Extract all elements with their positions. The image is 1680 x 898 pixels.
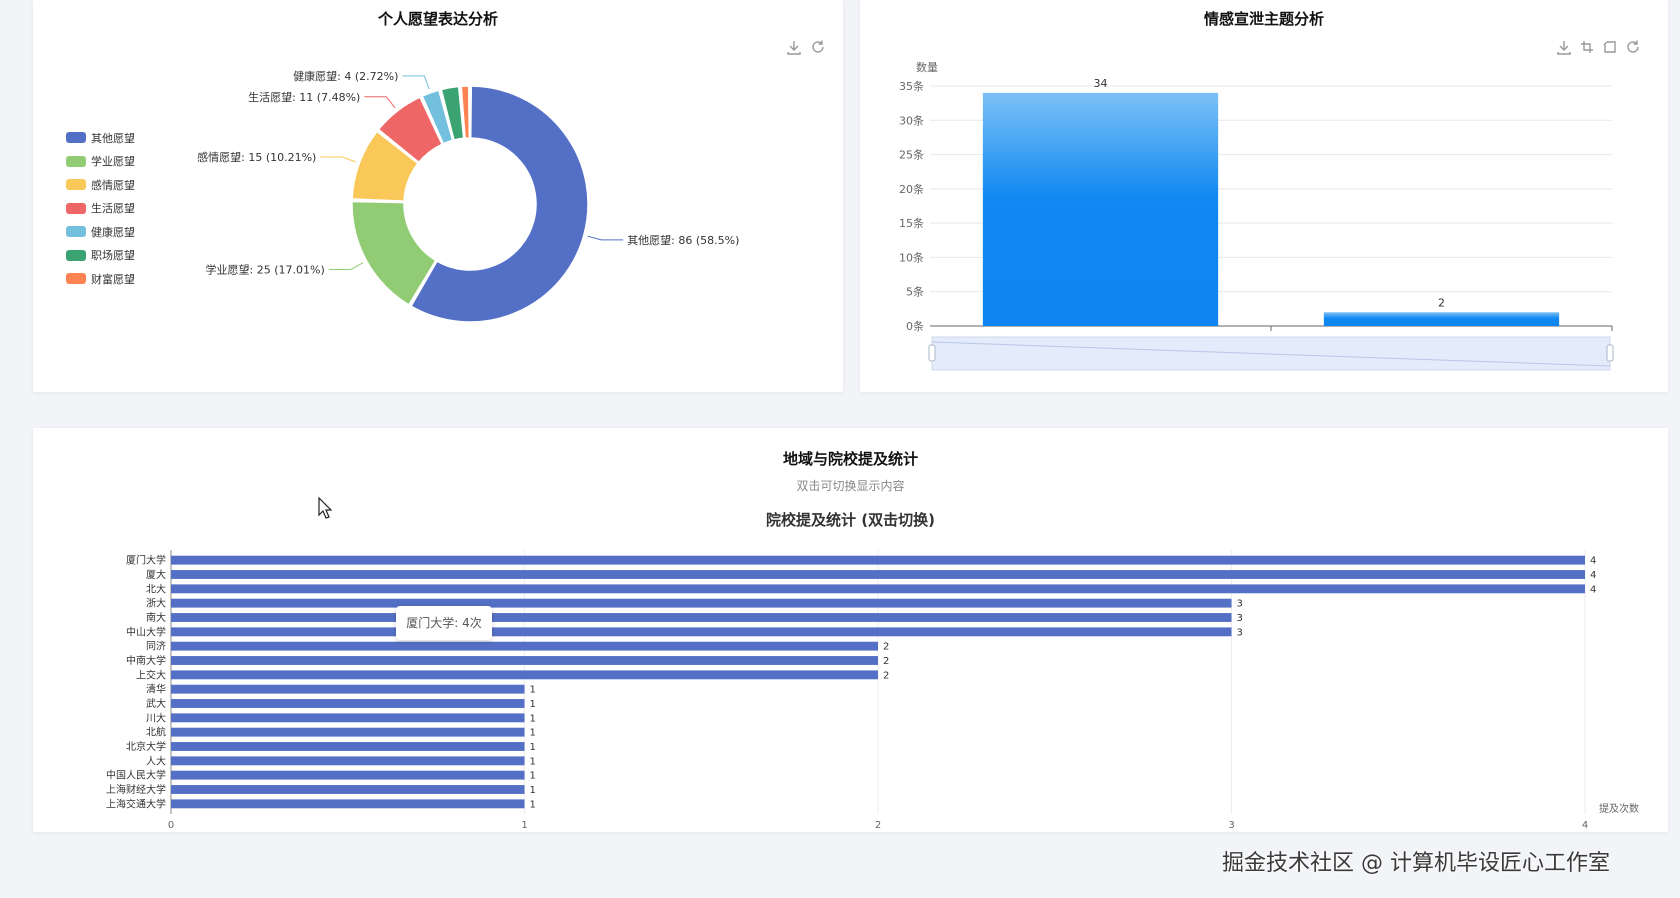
bar-value-label: 1 (530, 785, 536, 796)
slice-label: 其他愿望: 86 (58.5%) (627, 234, 739, 247)
y-axis-label: 数量 (916, 61, 938, 74)
y-tick-label: 0条 (906, 319, 924, 333)
x-axis-label: 提及次数 (1599, 802, 1639, 815)
slice-label-line (364, 96, 396, 109)
y-tick-label: 5条 (906, 285, 924, 299)
slice-label: 健康愿望: 4 (2.72%) (293, 69, 398, 83)
bar (171, 613, 1232, 622)
wish-donut-chart: 其他愿望: 86 (58.5%) 学业愿望: 25 (17.01%) 感情愿望: 1… (197, 69, 739, 323)
bar-value-label: 1 (530, 728, 536, 739)
bar-value-label: 3 (1237, 613, 1243, 624)
y-tick-label: 上海财经大学 (106, 783, 166, 796)
bar (171, 627, 1232, 637)
y-tick-label: 同济 (146, 640, 166, 653)
chart-tooltip: 厦门大学: 4次 (396, 606, 492, 640)
bar (171, 656, 878, 665)
x-tick-label: 2 (875, 820, 881, 831)
bar-value-label: 1 (530, 699, 536, 710)
slice-label-line (320, 156, 356, 163)
y-tick-label: 上交大 (136, 668, 166, 681)
mouse-cursor-icon (318, 497, 332, 519)
school-bar-chart[interactable]: 0 1 2 3 4 提及次数 厦门大学 4 厦大 4 北大 4 浙大 3 南大 3 中山大学 3 同济 2 中南大学 2 上… (33, 428, 1668, 832)
bar (1323, 312, 1560, 326)
bar-value-label: 34 (1094, 77, 1108, 90)
bar-value-label: 1 (530, 685, 536, 696)
y-tick-label: 北航 (146, 726, 166, 739)
y-tick-label: 中国人民大学 (106, 769, 166, 782)
x-tick-label: 0 (168, 820, 174, 831)
bar (171, 785, 525, 794)
slice-label-line (587, 235, 624, 241)
slice-label: 生活愿望: 11 (7.48%) (248, 90, 360, 104)
bar (171, 799, 525, 809)
bar (171, 684, 525, 694)
zoom-handle-left (928, 344, 936, 362)
bar (171, 641, 878, 651)
slice-label: 学业愿望: 25 (17.01%) (206, 262, 325, 276)
y-tick-label: 北京大学 (126, 740, 166, 753)
school-mention-card: 地域与院校提及统计 双击可切换显示内容 院校提及统计 (双击切换) 01234提… (33, 428, 1668, 832)
y-tick-label: 南大 (146, 611, 166, 624)
x-tick-label: 4 (1582, 820, 1588, 831)
wish-analysis-card: 个人愿望表达分析 其他愿望 学业愿望 感情愿望 生活愿望 健康愿望 职场愿望 财富愿望 其他… (33, 0, 843, 392)
y-tick-label: 厦门大学 (126, 554, 166, 567)
bar-value-label: 1 (530, 756, 536, 767)
y-tick-label: 20条 (899, 182, 924, 196)
y-tick-label: 浙大 (146, 597, 166, 610)
y-tick-label: 上海交通大学 (106, 797, 166, 810)
y-tick-label: 25条 (899, 148, 924, 162)
bar-value-label: 2 (883, 670, 889, 681)
y-tick-label: 人大 (146, 754, 166, 767)
bar-value-label: 2 (883, 642, 889, 653)
y-tick-label: 清华 (146, 683, 166, 696)
slice-label-line (402, 75, 430, 90)
bar (171, 756, 525, 766)
y-tick-label: 北大 (146, 582, 166, 595)
y-tick-label: 10条 (899, 250, 924, 264)
y-tick-label: 中南大学 (126, 654, 166, 667)
slice-label-line (328, 262, 364, 270)
y-tick-label: 30条 (899, 113, 924, 127)
y-tick-label: 川大 (146, 711, 166, 724)
bar-value-label: 4 (1590, 570, 1596, 581)
bar-value-label: 2 (1438, 296, 1445, 309)
bar-value-label: 1 (530, 713, 536, 724)
bar-value-label: 3 (1237, 599, 1243, 610)
slice-label: 感情愿望: 15 (10.21%) (197, 151, 316, 164)
y-tick-label: 中山大学 (126, 625, 166, 638)
zoom-handle-right (1606, 344, 1614, 362)
bar (171, 770, 525, 780)
bar (171, 555, 1585, 565)
bar (171, 570, 1585, 579)
emotion-bar-chart: 数量0条5条10条15条20条25条30条35条34其他宣泄2健康宣泄 (899, 61, 1614, 371)
bar-value-label: 3 (1237, 627, 1243, 638)
bar (171, 670, 878, 680)
bar-value-label: 2 (883, 656, 889, 667)
y-tick-label: 厦大 (146, 568, 166, 581)
bar (171, 742, 525, 751)
bar (171, 584, 1585, 594)
x-tick-label: 3 (1228, 820, 1234, 831)
y-tick-label: 武大 (146, 697, 166, 710)
y-tick-label: 35条 (899, 79, 924, 93)
bar (171, 598, 1232, 608)
bar-value-label: 4 (1590, 556, 1596, 567)
bar (171, 699, 525, 708)
emotion-theme-card: 情感宣泄主题分析 数量0条5条10条15条20条25条30条35条34其他宣泄2… (860, 0, 1668, 392)
watermark: 掘金技术社区 @ 计算机毕设匠心工作室 (1222, 851, 1610, 876)
bar-value-label: 1 (530, 771, 536, 782)
bar (171, 713, 525, 723)
bar (982, 92, 1219, 326)
bar-value-label: 1 (530, 742, 536, 753)
bar-value-label: 1 (530, 799, 536, 810)
y-tick-label: 15条 (899, 216, 924, 230)
bar (171, 727, 525, 737)
x-tick-label: 1 (521, 820, 527, 831)
bar-value-label: 4 (1590, 584, 1596, 595)
